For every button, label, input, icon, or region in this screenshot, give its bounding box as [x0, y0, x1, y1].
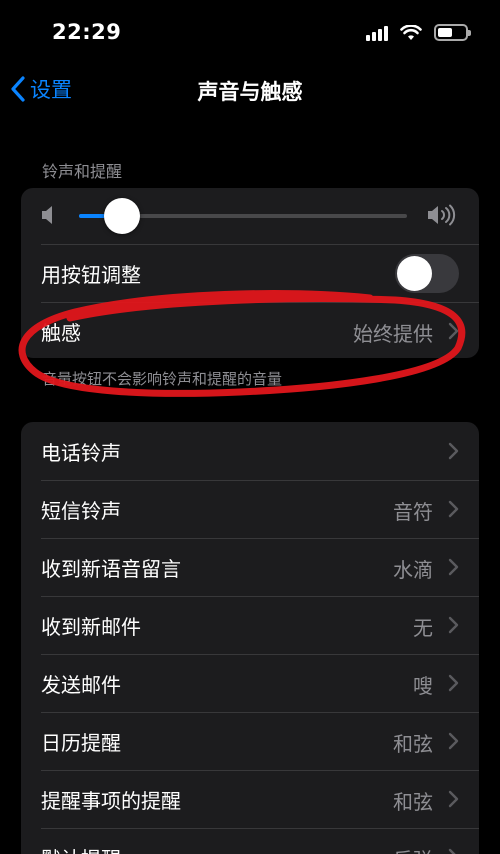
chevron-right-icon — [448, 558, 459, 576]
chevron-right-icon — [448, 442, 459, 460]
haptics-row[interactable]: 触感 始终提供 — [21, 302, 479, 358]
sound-setting-label: 日历提醒 — [41, 731, 121, 755]
sound-setting-value: 嗖 — [413, 674, 433, 698]
adjust-with-buttons-row: 用按钮调整 — [21, 244, 479, 302]
chevron-right-icon — [448, 848, 456, 854]
chevron-right-icon — [448, 674, 459, 692]
adjust-with-buttons-toggle[interactable] — [395, 254, 459, 293]
sound-setting-row[interactable]: 短信铃声 音符 — [21, 480, 479, 538]
sound-setting-row[interactable]: 提醒事项的提醒 和弦 — [21, 770, 479, 828]
toggle-knob — [397, 256, 432, 291]
chevron-right-icon — [448, 322, 459, 340]
cellular-signal-icon — [366, 25, 388, 41]
sound-setting-value: 反弹 — [393, 844, 433, 854]
haptics-value: 始终提供 — [353, 322, 433, 346]
sound-setting-value: 无 — [413, 616, 433, 640]
sound-setting-value: 音符 — [393, 500, 433, 524]
section-header-ringtones: 铃声和提醒 — [42, 162, 123, 181]
sound-setting-label: 电话铃声 — [41, 441, 121, 465]
sound-setting-row[interactable]: 发送邮件 嗖 — [21, 654, 479, 712]
adjust-with-buttons-label: 用按钮调整 — [41, 263, 141, 287]
status-bar: 22:29 — [0, 0, 500, 66]
sounds-list: 电话铃声 短信铃声 音符 收到新语音留言 水滴 收到新邮件无发送邮件嗖日历提醒 和弦 提醒事项… — [21, 422, 479, 854]
wifi-icon — [400, 24, 422, 40]
chevron-right-icon — [448, 500, 459, 518]
sound-setting-row[interactable]: 默认提醒 反弹 — [21, 828, 479, 854]
chevron-right-icon — [448, 790, 459, 808]
battery-fill — [438, 28, 453, 37]
sound-setting-label: 提醒事项的提醒 — [41, 789, 181, 813]
navigation-bar: 设置 声音与触感 — [0, 66, 500, 112]
sound-setting-row[interactable]: 收到新语音留言 水滴 — [21, 538, 479, 596]
battery-icon — [434, 24, 471, 41]
sound-setting-label: 默认提醒 — [41, 843, 121, 854]
section-footer-note: 音量按钮不会影响铃声和提醒的音量 — [42, 370, 283, 388]
sound-setting-value: 和弦 — [393, 732, 433, 756]
sound-setting-value: 和弦 — [393, 790, 433, 814]
volume-high-icon — [428, 204, 456, 226]
volume-low-icon — [42, 206, 52, 224]
sound-setting-row[interactable]: 日历提醒 和弦 — [21, 712, 479, 770]
sound-setting-row[interactable]: 收到新邮件 无 — [21, 596, 479, 654]
sound-setting-row[interactable]: 电话铃声 — [21, 422, 479, 480]
volume-slider-thumb[interactable] — [103, 198, 140, 234]
chevron-right-icon — [448, 732, 459, 750]
status-time: 22:29 — [52, 20, 122, 44]
sound-setting-value: 水滴 — [393, 558, 433, 582]
sound-setting-label: 收到新邮件 — [41, 615, 141, 639]
volume-slider-row — [21, 188, 479, 244]
chevron-right-icon — [448, 616, 459, 634]
sound-setting-label: 发送邮件 — [41, 673, 121, 697]
page-title: 声音与触感 — [197, 80, 303, 104]
sound-setting-label: 收到新语音留言 — [41, 557, 181, 581]
haptics-label: 触感 — [41, 321, 81, 345]
ringtone-volume-group: 用按钮调整 触感 始终提供 — [21, 188, 479, 358]
sound-setting-label: 短信铃声 — [41, 499, 121, 523]
status-icons — [366, 24, 471, 41]
